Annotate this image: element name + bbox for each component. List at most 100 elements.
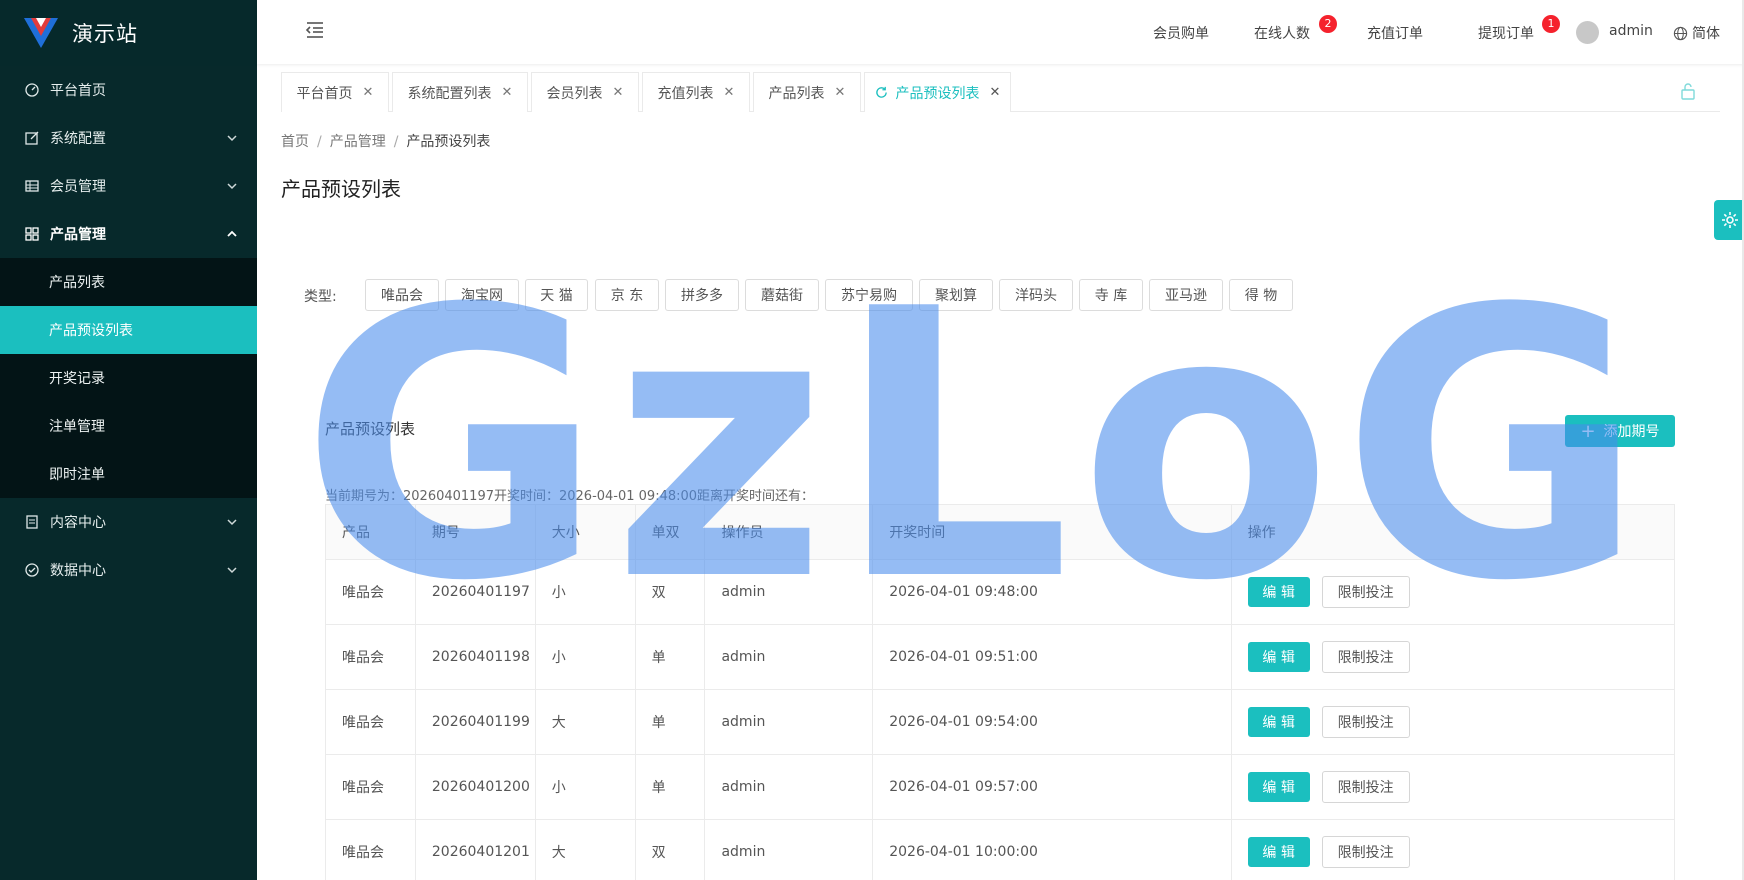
chevron-down-icon (227, 135, 237, 142)
breadcrumb-home[interactable]: 首页 (281, 134, 309, 150)
column-header: 产品 (326, 505, 416, 559)
logo: 演示站 (0, 0, 257, 66)
dashboard-icon (24, 82, 40, 98)
presets-table: 产品 期号 大小 单双 操作员 开奖时间 操作 唯品会 20260401197 … (325, 504, 1675, 880)
table-cell: admin (705, 560, 874, 624)
language-label: 简体 (1692, 26, 1720, 42)
sidebar-subitem-draw-records[interactable]: 开奖记录 (0, 354, 257, 402)
type-button-jd[interactable]: 京 东 (595, 279, 659, 311)
tab-system-config-list[interactable]: 系统配置列表 ✕ (392, 72, 528, 112)
sidebar-item-label: 产品列表 (49, 275, 105, 291)
tab-label: 产品预设列表 (895, 85, 980, 102)
sidebar-item-label: 注单管理 (49, 419, 105, 435)
type-button-amazon[interactable]: 亚马逊 (1149, 279, 1223, 311)
sidebar-item-label: 开奖记录 (49, 371, 105, 387)
type-button-tmall[interactable]: 天 猫 (525, 279, 588, 311)
tab-member-list[interactable]: 会员列表 ✕ (531, 72, 639, 112)
close-icon[interactable]: ✕ (502, 85, 513, 100)
username[interactable]: admin (1609, 23, 1653, 39)
table-actions: 编 辑限制投注 (1232, 560, 1674, 624)
gear-icon (1722, 212, 1738, 228)
close-icon[interactable]: ✕ (835, 85, 846, 100)
language-switcher[interactable]: 简体 (1673, 23, 1720, 43)
type-button-yangmatou[interactable]: 洋码头 (999, 279, 1073, 311)
plus-icon: + (1580, 420, 1596, 442)
sidebar-item-system-config[interactable]: 系统配置 (0, 114, 257, 162)
sidebar-item-label: 系统配置 (50, 131, 106, 147)
table-cell: 小 (536, 755, 636, 819)
sidebar-subitem-bet-management[interactable]: 注单管理 (0, 402, 257, 450)
sidebar-item-members[interactable]: 会员管理 (0, 162, 257, 210)
table-cell: 大 (536, 690, 636, 754)
close-icon[interactable]: ✕ (363, 85, 374, 100)
type-button-dewu[interactable]: 得 物 (1229, 279, 1293, 311)
type-button-suning[interactable]: 苏宁易购 (825, 279, 913, 311)
close-icon[interactable]: ✕ (613, 85, 624, 100)
tab-platform-home[interactable]: 平台首页 ✕ (281, 72, 389, 112)
sidebar-item-products[interactable]: 产品管理 (0, 210, 257, 258)
add-period-button[interactable]: + 添加期号 (1565, 415, 1675, 447)
panel-title: 产品预设列表 (325, 420, 416, 438)
unlock-icon[interactable] (1680, 82, 1696, 100)
table-cell: 20260401199 (416, 690, 536, 754)
refresh-icon[interactable] (875, 86, 888, 99)
table-actions: 编 辑限制投注 (1232, 820, 1674, 880)
table-row: 唯品会 20260401198 小 单 admin 2026-04-01 09:… (326, 625, 1674, 690)
column-header: 单双 (636, 505, 706, 559)
close-icon[interactable]: ✕ (724, 85, 735, 100)
table-row: 唯品会 20260401199 大 单 admin 2026-04-01 09:… (326, 690, 1674, 755)
column-header: 操作 (1247, 525, 1276, 541)
breadcrumb: 首页 / 产品管理 / 产品预设列表 (281, 134, 491, 150)
sidebar-subitem-live-bets[interactable]: 即时注单 (0, 450, 257, 498)
sidebar-subitem-product-list[interactable]: 产品列表 (0, 258, 257, 306)
type-button-juhuasuan[interactable]: 聚划算 (919, 279, 993, 311)
online-users-link[interactable]: 在线人数 2 (1254, 15, 1337, 43)
table-row: 唯品会 20260401200 小 单 admin 2026-04-01 09:… (326, 755, 1674, 820)
table-cell: 2026-04-01 09:51:00 (873, 625, 1232, 689)
edit-button[interactable]: 编 辑 (1247, 772, 1310, 802)
table-cell: 唯品会 (326, 690, 416, 754)
sidebar-subitem-product-presets[interactable]: 产品预设列表 (0, 306, 257, 354)
sidebar-item-data-center[interactable]: 数据中心 (0, 546, 257, 594)
edit-button[interactable]: 编 辑 (1247, 837, 1310, 867)
menu-fold-icon[interactable] (305, 20, 325, 40)
table-cell: 20260401198 (416, 625, 536, 689)
type-button-pinduoduo[interactable]: 拼多多 (665, 279, 739, 311)
avatar[interactable] (1576, 21, 1599, 44)
edit-button[interactable]: 编 辑 (1247, 577, 1310, 607)
chevron-down-icon (227, 183, 237, 190)
member-orders-link[interactable]: 会员购单 (1153, 23, 1209, 43)
table-header: 产品 期号 大小 单双 操作员 开奖时间 操作 (326, 505, 1674, 560)
type-button-vipshop[interactable]: 唯品会 (365, 279, 439, 311)
edit-icon (24, 130, 40, 146)
document-icon (24, 514, 40, 530)
type-button-secoo[interactable]: 寺 库 (1079, 279, 1143, 311)
recharge-orders-link[interactable]: 充值订单 (1367, 23, 1423, 43)
table-row: 唯品会 20260401201 大 双 admin 2026-04-01 10:… (326, 820, 1674, 880)
tab-recharge-list[interactable]: 充值列表 ✕ (642, 72, 750, 112)
limit-bet-button[interactable]: 限制投注 (1321, 641, 1410, 673)
chevron-up-icon (227, 230, 237, 237)
edit-button[interactable]: 编 辑 (1247, 707, 1310, 737)
withdraw-orders-link[interactable]: 提现订单 1 (1478, 15, 1560, 43)
limit-bet-button[interactable]: 限制投注 (1321, 576, 1410, 608)
edit-button[interactable]: 编 辑 (1247, 642, 1310, 672)
limit-bet-button[interactable]: 限制投注 (1321, 706, 1410, 738)
tab-label: 平台首页 (296, 85, 353, 102)
table-cell: 唯品会 (326, 820, 416, 880)
limit-bet-button[interactable]: 限制投注 (1321, 836, 1410, 868)
table-actions: 编 辑限制投注 (1232, 690, 1674, 754)
breadcrumb-current: 产品预设列表 (406, 134, 491, 150)
sidebar-item-content-center[interactable]: 内容中心 (0, 498, 257, 546)
type-button-mogujie[interactable]: 蘑菇街 (745, 279, 819, 311)
type-button-taobao[interactable]: 淘宝网 (445, 279, 519, 311)
table-cell: 2026-04-01 09:54:00 (873, 690, 1232, 754)
tab-product-list[interactable]: 产品列表 ✕ (753, 72, 861, 112)
table-cell: 大 (536, 820, 636, 880)
sidebar-item-home[interactable]: 平台首页 (0, 66, 257, 114)
settings-button[interactable] (1714, 200, 1744, 240)
tab-product-presets[interactable]: 产品预设列表 ✕ (864, 72, 1011, 112)
limit-bet-button[interactable]: 限制投注 (1321, 771, 1410, 803)
breadcrumb-section[interactable]: 产品管理 (330, 134, 386, 150)
close-icon[interactable]: ✕ (990, 85, 1001, 100)
